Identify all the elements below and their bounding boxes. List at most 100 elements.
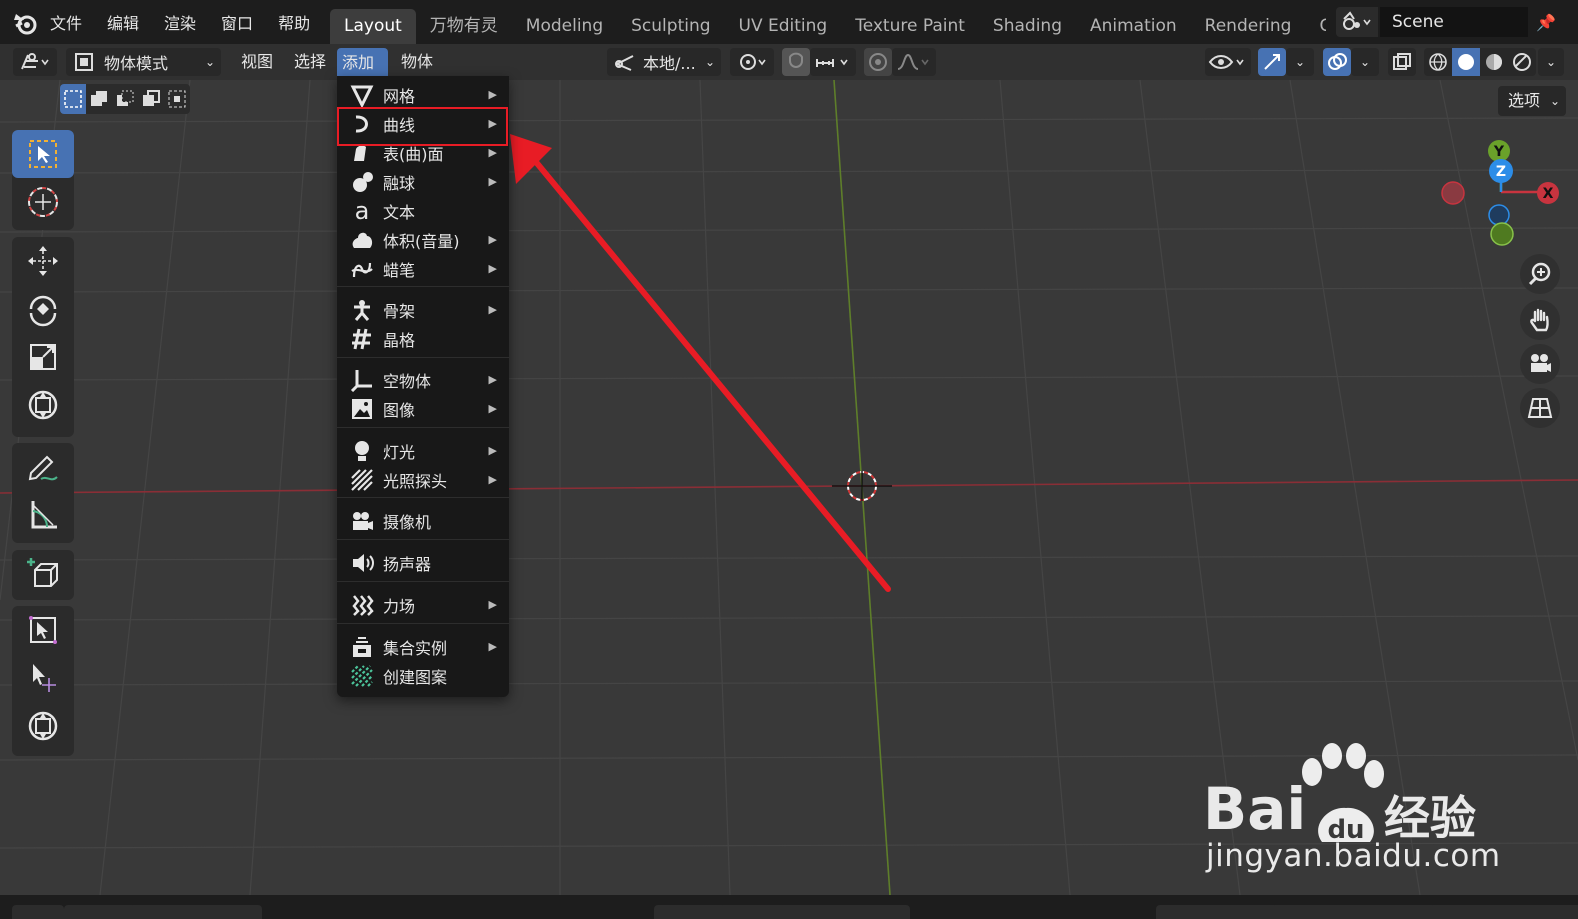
submenu-arrow-icon: ▶ bbox=[488, 146, 497, 159]
editor-type-button[interactable] bbox=[13, 48, 57, 76]
select-intersect-icon[interactable] bbox=[164, 84, 190, 114]
menu-help[interactable]: 帮助 bbox=[278, 10, 310, 34]
tab-sculpting[interactable]: Sculpting bbox=[617, 9, 724, 44]
pivot-point-button[interactable] bbox=[730, 48, 774, 76]
rotate-tool[interactable] bbox=[12, 285, 74, 333]
tab-compositing[interactable]: Compo bbox=[1305, 9, 1326, 44]
zoom-button[interactable] bbox=[1520, 254, 1560, 294]
select-box-tool[interactable] bbox=[12, 130, 74, 178]
menu-separator bbox=[337, 539, 509, 540]
pin-icon[interactable]: 📌 bbox=[1536, 13, 1556, 32]
camera-view-button[interactable] bbox=[1520, 344, 1560, 384]
header-menu-view[interactable]: 视图 bbox=[235, 50, 279, 74]
menu-window[interactable]: 窗口 bbox=[221, 10, 253, 34]
menu-edit[interactable]: 编辑 bbox=[107, 10, 139, 34]
cursor-tool[interactable] bbox=[12, 178, 74, 226]
add-menu-item-lattice[interactable]: 晶格 bbox=[337, 324, 509, 353]
tab-modeling[interactable]: Modeling bbox=[512, 9, 617, 44]
add-menu-item-grease-pencil[interactable]: 蜡笔 ▶ bbox=[337, 254, 509, 283]
scene-name-field[interactable]: Scene bbox=[1380, 7, 1528, 37]
add-menu-item-text[interactable]: a 文本 bbox=[337, 196, 509, 225]
select-subtract-icon[interactable] bbox=[112, 84, 138, 114]
transform-tool[interactable] bbox=[12, 381, 74, 429]
options-dropdown[interactable]: 选项 ⌄ bbox=[1498, 86, 1566, 116]
blender-logo-icon[interactable] bbox=[12, 10, 38, 36]
add-menu-item-label: 扬声器 bbox=[383, 554, 432, 574]
add-menu-item-label: 集合实例 bbox=[383, 638, 448, 658]
add-menu-item-mesh[interactable]: 网格 ▶ bbox=[337, 80, 509, 109]
edge-slide-tool[interactable] bbox=[12, 702, 74, 750]
add-cube-tool[interactable] bbox=[12, 550, 74, 598]
3d-viewport[interactable]: 选项 ⌄ Y Z X Bai du 经验 jingyan.baidu.com bbox=[0, 80, 1578, 895]
add-menu-item-camera[interactable]: 摄像机 bbox=[337, 506, 509, 535]
add-menu-item-light[interactable]: 灯光 ▶ bbox=[337, 436, 509, 465]
tab-texture-paint[interactable]: Texture Paint bbox=[841, 9, 979, 44]
tab-rendering[interactable]: Rendering bbox=[1191, 9, 1306, 44]
menu-render[interactable]: 渲染 bbox=[164, 10, 196, 34]
shading-dropdown[interactable]: ⌄ bbox=[1538, 48, 1564, 76]
tab-wanwuyouling[interactable]: 万物有灵 bbox=[416, 9, 512, 44]
tab-animation[interactable]: Animation bbox=[1076, 9, 1191, 44]
navigation-gizmo[interactable]: Y Z X bbox=[1432, 136, 1572, 256]
tab-uv-editing[interactable]: UV Editing bbox=[725, 9, 842, 44]
overlays-toggle-button[interactable] bbox=[1323, 48, 1351, 76]
perspective-toggle-button[interactable] bbox=[1520, 388, 1560, 428]
add-menu-item-speaker[interactable]: 扬声器 bbox=[337, 548, 509, 577]
tab-shading[interactable]: Shading bbox=[979, 9, 1076, 44]
shrink-tool[interactable] bbox=[12, 606, 74, 654]
rotate-icon bbox=[29, 295, 57, 327]
add-menu-item-volume[interactable]: 体积(音量) ▶ bbox=[337, 225, 509, 254]
move-tool[interactable] bbox=[12, 237, 74, 285]
falloff-dropdown[interactable] bbox=[892, 48, 936, 76]
timeline-record-button[interactable] bbox=[654, 905, 730, 919]
start-frame-field[interactable] bbox=[1272, 905, 1442, 919]
rendered-shading-icon[interactable] bbox=[1508, 52, 1536, 72]
add-menu-item-metaball[interactable]: 融球 ▶ bbox=[337, 167, 509, 196]
measure-tool[interactable] bbox=[12, 491, 74, 539]
add-menu-item-empty[interactable]: 空物体 ▶ bbox=[337, 365, 509, 394]
add-menu-item-image[interactable]: 图像 ▶ bbox=[337, 394, 509, 423]
tab-layout[interactable]: Layout bbox=[330, 9, 416, 44]
add-menu-item-light-probe[interactable]: 光照探头 ▶ bbox=[337, 465, 509, 494]
select-new-icon[interactable] bbox=[60, 84, 86, 114]
scene-icon[interactable] bbox=[1336, 7, 1378, 37]
snap-toggle-button[interactable] bbox=[782, 48, 810, 76]
overlays-dropdown[interactable]: ⌄ bbox=[1351, 48, 1379, 76]
scale-tool[interactable] bbox=[12, 333, 74, 381]
xray-toggle-button[interactable] bbox=[1388, 48, 1416, 76]
annotate-tool[interactable] bbox=[12, 443, 74, 491]
pan-button[interactable] bbox=[1520, 300, 1560, 340]
mode-dropdown[interactable]: 物体模式 ⌄ bbox=[66, 48, 221, 76]
select-invert-icon[interactable] bbox=[138, 84, 164, 114]
add-menu-item-create-pattern[interactable]: 创建图案 bbox=[337, 661, 509, 690]
material-shading-icon[interactable] bbox=[1480, 52, 1508, 72]
add-menu-item-armature[interactable]: 骨架 ▶ bbox=[337, 295, 509, 324]
playback-controls[interactable] bbox=[720, 905, 910, 919]
cursor-transform-tool[interactable] bbox=[12, 654, 74, 702]
snap-target-dropdown[interactable] bbox=[810, 48, 856, 76]
transform-icon bbox=[28, 390, 58, 420]
circle-transform-icon bbox=[28, 711, 58, 741]
add-menu-item-force-field[interactable]: 力场 ▶ bbox=[337, 590, 509, 619]
gizmo-dropdown[interactable]: ⌄ bbox=[1286, 48, 1314, 76]
solid-shading-icon[interactable] bbox=[1452, 48, 1480, 76]
end-frame-field[interactable] bbox=[1430, 905, 1578, 919]
add-menu-item-label: 蜡笔 bbox=[383, 260, 416, 280]
submenu-arrow-icon: ▶ bbox=[488, 262, 497, 275]
transform-orientation-dropdown[interactable]: 本地/... ⌄ bbox=[607, 48, 721, 76]
header-menu-select[interactable]: 选择 bbox=[288, 50, 332, 74]
current-frame-field[interactable] bbox=[1156, 905, 1286, 919]
menu-file[interactable]: 文件 bbox=[50, 10, 82, 34]
timeline-menu-keying[interactable] bbox=[130, 905, 262, 919]
timeline-editor-icon[interactable] bbox=[12, 905, 64, 919]
submenu-arrow-icon: ▶ bbox=[488, 473, 497, 486]
wireframe-shading-icon[interactable] bbox=[1424, 52, 1452, 72]
toolbar-select-group bbox=[12, 130, 74, 230]
submenu-arrow-icon: ▶ bbox=[488, 640, 497, 653]
gizmo-toggle-button[interactable] bbox=[1258, 48, 1286, 76]
header-menu-object[interactable]: 物体 bbox=[395, 50, 439, 74]
add-menu-item-collection-instance[interactable]: 集合实例 ▶ bbox=[337, 632, 509, 661]
visibility-dropdown[interactable] bbox=[1205, 48, 1251, 76]
proportional-edit-button[interactable] bbox=[864, 48, 892, 76]
select-extend-icon[interactable] bbox=[86, 84, 112, 114]
